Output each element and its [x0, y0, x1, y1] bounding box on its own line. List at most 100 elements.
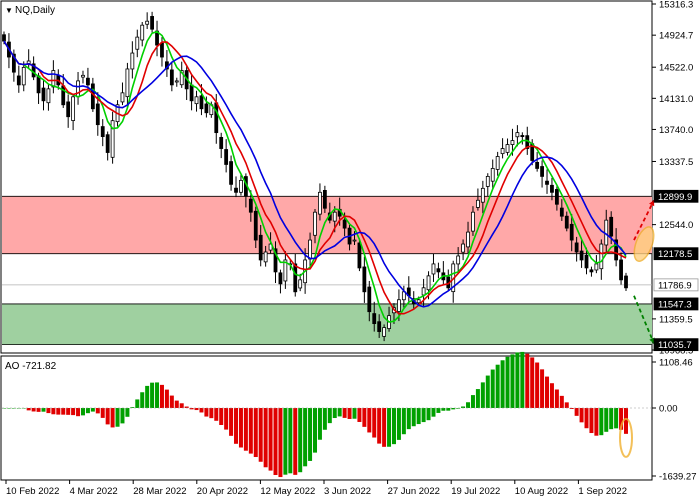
ao-bar[interactable]: [204, 407, 209, 417]
ao-bar[interactable]: [105, 407, 110, 425]
ao-bar[interactable]: [589, 407, 594, 434]
ao-bar[interactable]: [490, 369, 495, 408]
ao-bar[interactable]: [609, 407, 614, 430]
candle-body[interactable]: [100, 126, 105, 138]
ao-bar[interactable]: [219, 407, 224, 425]
ao-bar[interactable]: [135, 399, 140, 408]
ao-bar[interactable]: [80, 407, 85, 416]
candle-body[interactable]: [342, 219, 347, 229]
ao-bar[interactable]: [76, 407, 81, 417]
candle-body[interactable]: [500, 148, 505, 155]
candle-body[interactable]: [234, 187, 238, 193]
candle-body[interactable]: [579, 250, 584, 261]
ao-bar[interactable]: [159, 384, 164, 408]
candle-body[interactable]: [51, 70, 56, 88]
ao-bar[interactable]: [322, 407, 327, 430]
candle-body[interactable]: [21, 66, 26, 86]
candle-body[interactable]: [189, 84, 194, 102]
candle-body[interactable]: [421, 287, 426, 296]
ao-bar[interactable]: [194, 407, 199, 411]
candle-body[interactable]: [476, 199, 480, 208]
candle-body[interactable]: [382, 327, 387, 337]
ao-bar[interactable]: [436, 407, 441, 413]
candle-body[interactable]: [461, 243, 465, 253]
ao-bar[interactable]: [288, 407, 293, 474]
candle-body[interactable]: [480, 187, 485, 203]
ao-bar[interactable]: [470, 395, 475, 408]
ao-bar[interactable]: [46, 407, 51, 414]
ao-bar[interactable]: [382, 407, 387, 447]
candle-body[interactable]: [105, 134, 110, 153]
ao-bar[interactable]: [90, 407, 95, 412]
candle-body[interactable]: [258, 234, 263, 261]
ao-bar[interactable]: [485, 375, 490, 408]
candle-body[interactable]: [318, 191, 322, 215]
ao-bar[interactable]: [549, 383, 554, 408]
candle-body[interactable]: [71, 96, 76, 121]
candle-body[interactable]: [397, 299, 401, 312]
candle-body[interactable]: [86, 77, 90, 86]
ao-bar[interactable]: [303, 407, 308, 467]
candle-body[interactable]: [16, 75, 21, 86]
candle-body[interactable]: [322, 190, 327, 209]
candle-body[interactable]: [352, 239, 357, 242]
ao-bar[interactable]: [179, 403, 184, 408]
candle-body[interactable]: [2, 34, 6, 42]
ao-bar[interactable]: [110, 407, 115, 428]
candle-body[interactable]: [145, 20, 150, 25]
ao-bar[interactable]: [317, 407, 322, 440]
ao-bar[interactable]: [480, 382, 485, 408]
ao-bar[interactable]: [525, 353, 530, 408]
ao-bar[interactable]: [125, 407, 130, 417]
candle-body[interactable]: [125, 68, 130, 98]
ao-bar[interactable]: [332, 407, 337, 419]
ao-bar[interactable]: [224, 407, 229, 430]
candle-body[interactable]: [90, 83, 95, 110]
ao-bar[interactable]: [169, 395, 174, 408]
ao-bar[interactable]: [446, 407, 451, 411]
ao-bar[interactable]: [574, 407, 579, 416]
candle-body[interactable]: [594, 263, 599, 271]
candle-body[interactable]: [293, 263, 298, 293]
ao-bar[interactable]: [604, 407, 609, 432]
candle-body[interactable]: [253, 210, 258, 241]
candle-body[interactable]: [559, 207, 564, 217]
ao-bar[interactable]: [564, 402, 569, 408]
candle-body[interactable]: [169, 69, 174, 86]
candle-body[interactable]: [377, 321, 382, 332]
ao-bar[interactable]: [85, 407, 90, 414]
candle-body[interactable]: [372, 313, 377, 325]
candle-body[interactable]: [239, 179, 243, 193]
candle-body[interactable]: [584, 254, 589, 269]
candle-body[interactable]: [431, 263, 436, 275]
ao-bar[interactable]: [120, 407, 125, 424]
candle-body[interactable]: [609, 216, 614, 237]
candle-body[interactable]: [490, 168, 495, 182]
ao-bar[interactable]: [214, 407, 219, 421]
candle-body[interactable]: [140, 24, 145, 41]
ao-bar[interactable]: [411, 407, 416, 427]
candle-body[interactable]: [505, 144, 510, 153]
candle-body[interactable]: [76, 80, 80, 98]
ao-bar[interactable]: [599, 407, 604, 436]
ao-bar[interactable]: [342, 407, 347, 418]
candle-body[interactable]: [41, 87, 46, 102]
ao-bar[interactable]: [61, 407, 66, 415]
candle-body[interactable]: [194, 96, 199, 105]
candle-body[interactable]: [367, 286, 372, 313]
candle-body[interactable]: [204, 103, 209, 114]
ao-bar[interactable]: [298, 407, 303, 473]
candle-body[interactable]: [313, 211, 317, 236]
ao-bar[interactable]: [554, 389, 559, 408]
candle-body[interactable]: [120, 92, 125, 103]
candle-body[interactable]: [515, 132, 520, 138]
ao-bar[interactable]: [406, 407, 411, 430]
ao-bar[interactable]: [431, 407, 436, 417]
ao-bar[interactable]: [535, 362, 540, 408]
ao-bar[interactable]: [337, 407, 342, 417]
ao-bar[interactable]: [308, 407, 313, 461]
candle-body[interactable]: [495, 156, 500, 170]
ao-bar[interactable]: [66, 407, 71, 415]
candle-body[interactable]: [130, 52, 135, 70]
ao-bar[interactable]: [145, 385, 150, 408]
